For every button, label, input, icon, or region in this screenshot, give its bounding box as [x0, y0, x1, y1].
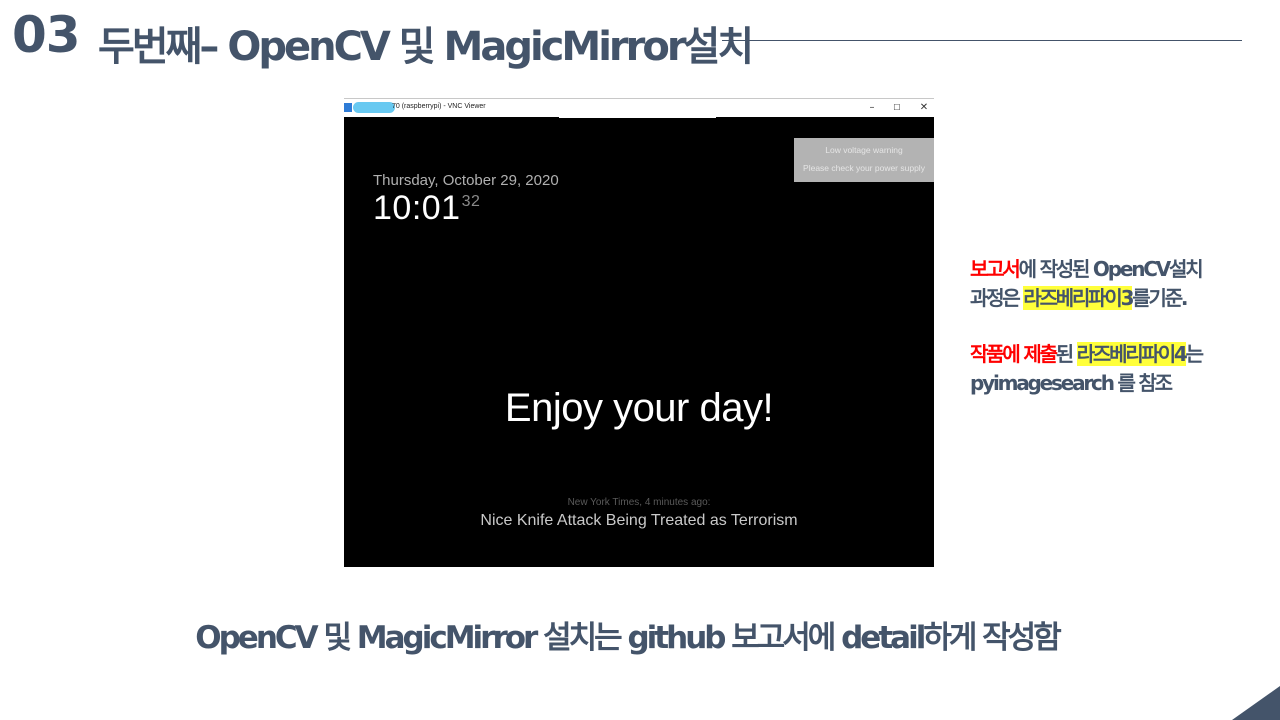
notes-gap	[970, 313, 1270, 340]
news-source: New York Times, 4 minutes ago:	[567, 497, 711, 508]
notes-rpi3-highlight: 라즈베리파이3	[1023, 286, 1134, 310]
alert-title: Low voltage warning	[825, 145, 903, 155]
clock-seconds: 32	[461, 193, 481, 210]
alert-message: Please check your power supply	[803, 163, 925, 173]
slide-number: 03	[12, 6, 81, 64]
compliment-text: Enjoy your day!	[504, 386, 774, 430]
notes-line-2: 과정은 라즈베리파이3를기준.	[970, 284, 1270, 313]
notes-line-2-suffix: 를기준.	[1132, 286, 1188, 310]
vnc-titlebar[interactable]: 70 (raspberrypi) - VNC Viewer – ☐ ✕	[344, 98, 934, 117]
minimize-button[interactable]: –	[862, 101, 882, 115]
redacted-hostname	[353, 102, 395, 113]
notes-line-3: 작품에 제출된 라즈베리파이4는	[970, 340, 1270, 369]
low-voltage-alert: Low voltage warning Please check your po…	[794, 138, 934, 182]
notes-line-1-text: 에 작성된 OpenCV설치	[1018, 257, 1204, 281]
notes-panel: 보고서에 작성된 OpenCV설치 과정은 라즈베리파이3를기준. 작품에 제출…	[970, 255, 1270, 398]
notes-report-label: 보고서	[970, 257, 1021, 281]
slide-title: 두번째– OpenCV 및 MagicMirror설치	[98, 24, 754, 70]
notes-line-1: 보고서에 작성된 OpenCV설치	[970, 255, 1270, 284]
clock-date: Thursday, October 29, 2020	[373, 172, 559, 189]
vnc-toolbar-handle[interactable]	[559, 116, 716, 118]
corner-decoration	[1232, 686, 1280, 720]
notes-line-4: pyimagesearch 를 참조	[970, 371, 1173, 395]
clock-hours-minutes: 10:01	[373, 189, 461, 227]
clock-time: 10:0132	[373, 189, 480, 228]
notes-line-3-mid: 된	[1055, 342, 1077, 366]
vnc-viewer-window[interactable]: 70 (raspberrypi) - VNC Viewer – ☐ ✕ Thur…	[344, 98, 934, 567]
title-rule	[722, 40, 1242, 41]
close-button[interactable]: ✕	[914, 101, 934, 115]
notes-submission-label: 작품에 제출	[970, 342, 1058, 366]
vnc-window-title: 70 (raspberrypi) - VNC Viewer	[392, 103, 486, 110]
notes-line-2-prefix: 과정은	[970, 286, 1024, 310]
notes-rpi4-highlight: 라즈베리파이4	[1076, 342, 1188, 366]
maximize-button[interactable]: ☐	[887, 101, 907, 115]
notes-line-3-suffix: 는	[1185, 342, 1204, 366]
news-headline: Nice Knife Attack Being Treated as Terro…	[480, 512, 798, 529]
footer-caption: OpenCV 및 MagicMirror 설치는 github 보고서에 det…	[195, 620, 1061, 656]
vnc-app-icon	[344, 103, 352, 112]
